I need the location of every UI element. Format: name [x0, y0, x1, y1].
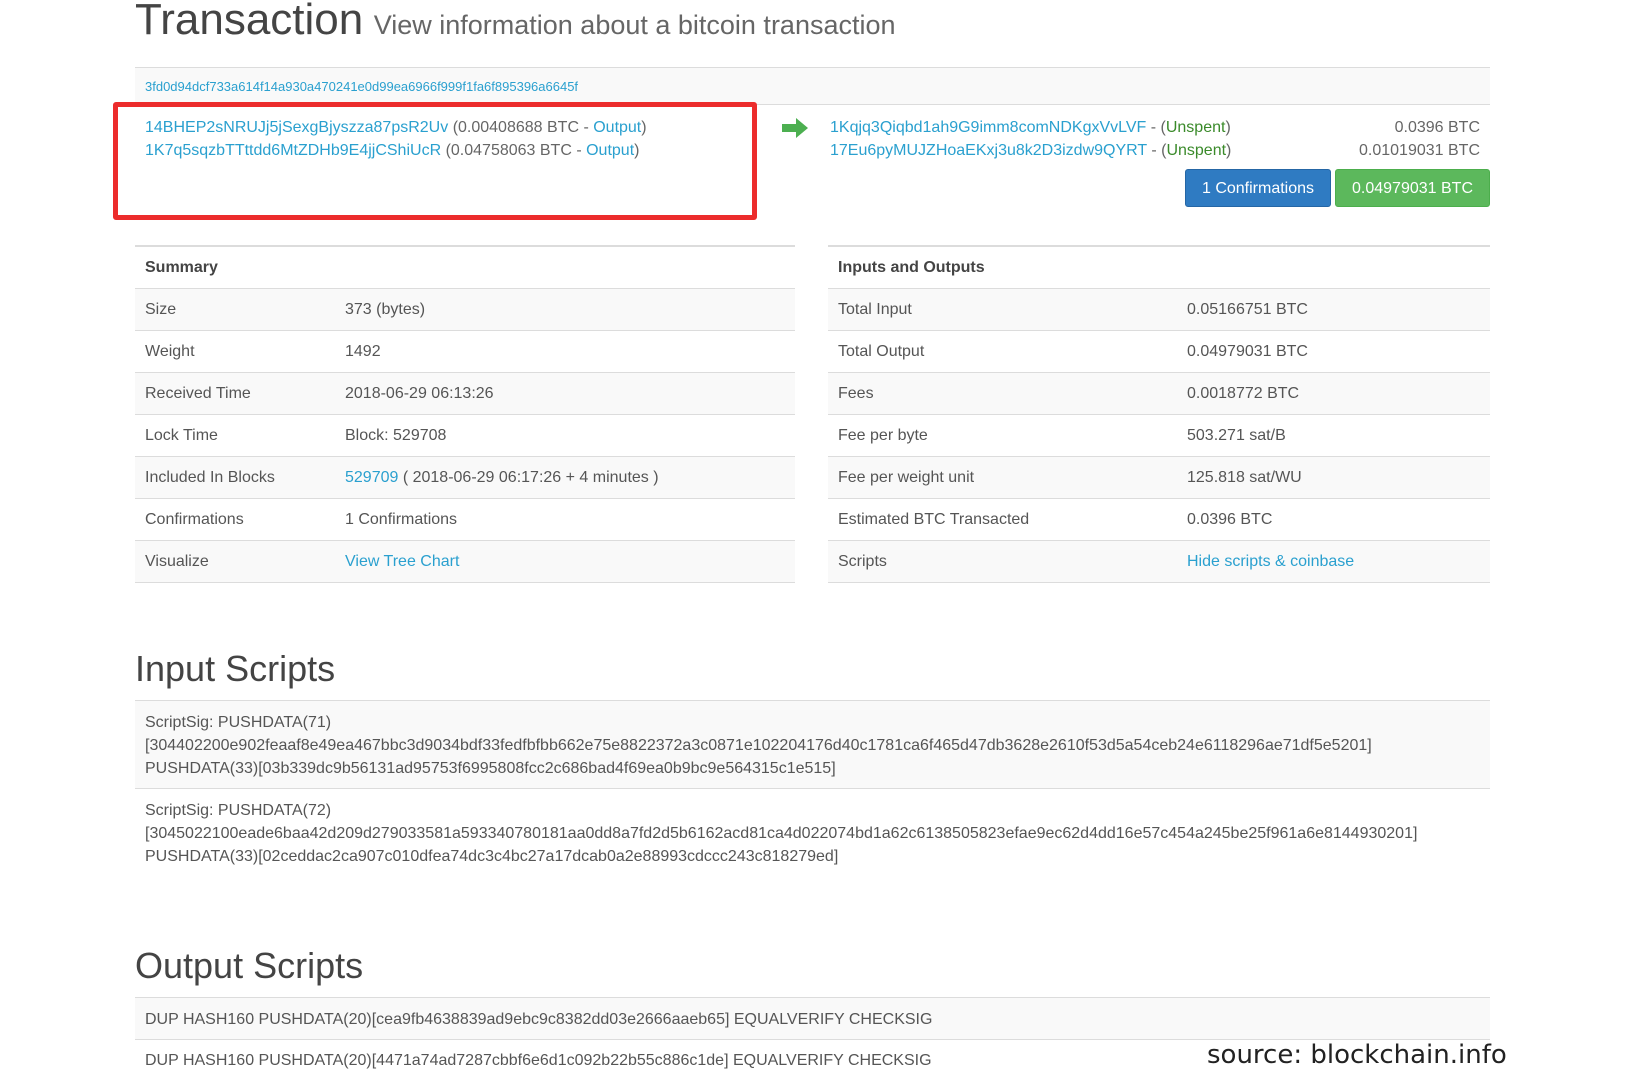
output-list: 1Kqjq3Qiqbd1ah9G9imm8comNDKgxVvLVF - (Un… [830, 116, 1480, 162]
table-row: Fee per weight unit 125.818 sat/WU [828, 456, 1490, 499]
output-script-item: DUP HASH160 PUSHDATA(20)[cea9fb4638839ad… [135, 997, 1490, 1039]
table-row: Received Time 2018-06-29 06:13:26 [135, 372, 795, 415]
output-address-link[interactable]: 1Kqjq3Qiqbd1ah9G9imm8comNDKgxVvLVF [830, 119, 1146, 136]
tx-hash-link[interactable]: 3fd0d94dcf733a614f14a930a470241e0d99ea69… [145, 79, 578, 94]
view-tree-chart-link[interactable]: View Tree Chart [345, 553, 459, 570]
output-amount: 0.0396 BTC [1394, 119, 1480, 136]
table-row: Included In Blocks 529709 ( 2018-06-29 06… [135, 456, 795, 499]
table-row: Scripts Hide scripts & coinbase [828, 540, 1490, 583]
table-row: Size 373 (bytes) [135, 288, 795, 331]
table-row: Estimated BTC Transacted 0.0396 BTC [828, 498, 1490, 541]
table-row: Fees 0.0018772 BTC [828, 372, 1490, 415]
output-address-link[interactable]: 17Eu6pyMUJZHoaEKxj3u8k2D3izdw9QYRT [830, 142, 1147, 159]
summary-heading: Summary [135, 245, 795, 289]
table-row: Total Input 0.05166751 BTC [828, 288, 1490, 331]
output-item: 17Eu6pyMUJZHoaEKxj3u8k2D3izdw9QYRT - (Un… [830, 139, 1480, 162]
input-script-item: ScriptSig: PUSHDATA(71) [304402200e902fe… [135, 700, 1490, 788]
table-row: Lock Time Block: 529708 [135, 414, 795, 457]
table-row: Confirmations 1 Confirmations [135, 498, 795, 541]
output-scripts-title: Output Scripts [135, 945, 364, 986]
output-status: Unspent [1166, 142, 1227, 159]
highlight-box [113, 102, 757, 220]
page-subtitle: View information about a bitcoin transac… [373, 10, 896, 40]
input-scripts-title: Input Scripts [135, 648, 336, 689]
input-script-item: ScriptSig: PUSHDATA(72) [3045022100eade6… [135, 788, 1490, 876]
tx-hash-row: 3fd0d94dcf733a614f14a930a470241e0d99ea69… [135, 67, 1490, 105]
confirmations-button[interactable]: 1 Confirmations [1184, 169, 1332, 207]
page-title: Transaction [135, 0, 364, 44]
total-amount-button[interactable]: 0.04979031 BTC [1335, 169, 1490, 207]
summary-table: Summary Size 373 (bytes) Weight 1492 Recei… [135, 245, 795, 583]
hide-scripts-link[interactable]: Hide scripts & coinbase [1187, 553, 1354, 570]
arrow-right-icon [782, 118, 808, 138]
tx-badges: 1 Confirmations 0.04979031 BTC [1181, 169, 1490, 207]
source-note: source: blockchain.info [1207, 1040, 1507, 1070]
inputs-outputs-table: Inputs and Outputs Total Input 0.05166751… [828, 245, 1490, 583]
output-amount: 0.01019031 BTC [1359, 142, 1480, 159]
table-row: Fee per byte 503.271 sat/B [828, 414, 1490, 457]
output-item: 1Kqjq3Qiqbd1ah9G9imm8comNDKgxVvLVF - (Un… [830, 116, 1480, 139]
io-heading: Inputs and Outputs [828, 245, 1490, 289]
output-status: Unspent [1165, 119, 1226, 136]
table-row: Weight 1492 [135, 330, 795, 373]
table-row: Total Output 0.04979031 BTC [828, 330, 1490, 373]
block-link[interactable]: 529709 [345, 469, 398, 486]
page-header: Transaction View information about a bit… [135, 0, 1490, 60]
table-row: Visualize View Tree Chart [135, 540, 795, 583]
